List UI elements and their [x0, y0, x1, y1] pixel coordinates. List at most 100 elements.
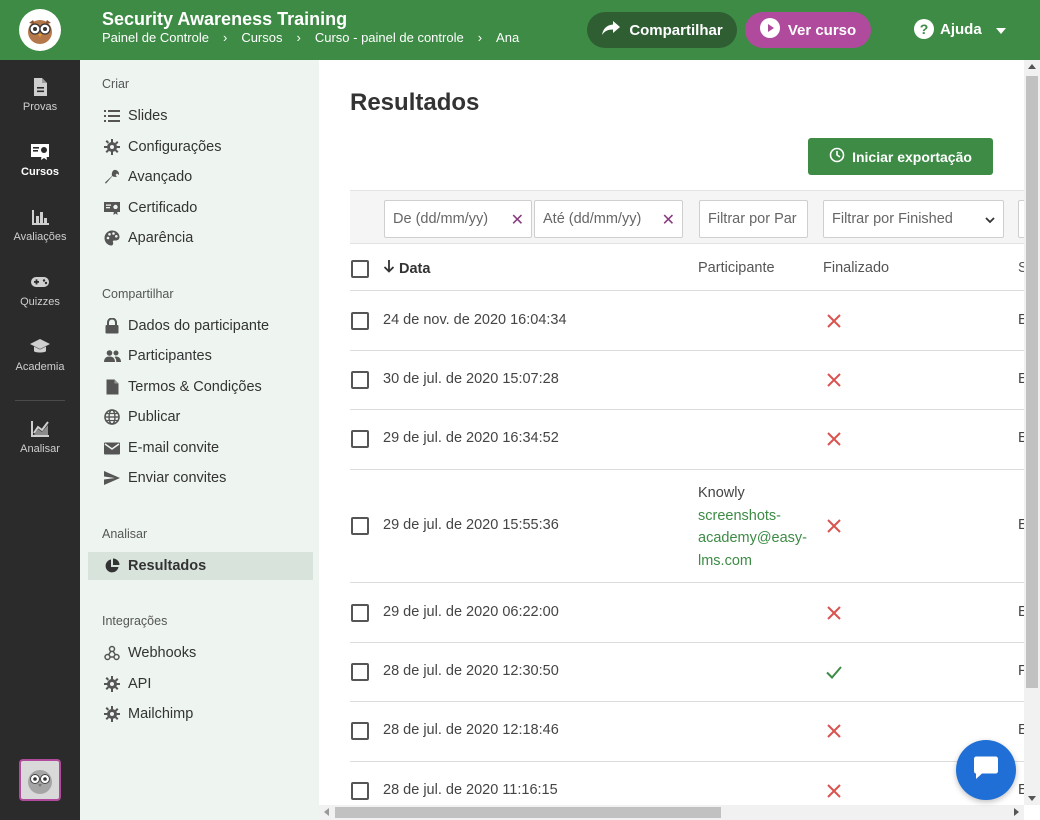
- table-row[interactable]: 29 de jul. de 2020 15:55:36 Knowly scree…: [350, 470, 1024, 583]
- share-button[interactable]: Compartilhar: [587, 12, 737, 48]
- horizontal-scrollbar[interactable]: [319, 805, 1024, 820]
- scroll-up-arrow-icon[interactable]: [1028, 64, 1036, 69]
- rail-item-cursos[interactable]: Cursos: [0, 141, 80, 178]
- table-row[interactable]: 28 de jul. de 2020 11:16:15 E: [350, 762, 1024, 805]
- scroll-down-arrow-icon[interactable]: [1028, 796, 1036, 801]
- row-checkbox[interactable]: [351, 371, 369, 389]
- scroll-left-arrow-icon[interactable]: [324, 808, 329, 816]
- rail-item-analisar[interactable]: Analisar: [0, 418, 80, 455]
- row-checkbox[interactable]: [351, 430, 369, 448]
- vertical-scrollbar[interactable]: [1024, 60, 1040, 805]
- participant-email[interactable]: screenshots-academy@easy-lms.com: [698, 505, 813, 573]
- sidebar-item-label: Slides: [128, 108, 168, 124]
- rail-label: Academia: [15, 361, 65, 373]
- participant-filter[interactable]: Filtrar por Par: [699, 200, 808, 238]
- row-checkbox[interactable]: [351, 604, 369, 622]
- rail-label: Cursos: [21, 166, 59, 178]
- check-icon: [824, 662, 844, 682]
- clear-icon[interactable]: ✕: [511, 210, 524, 230]
- user-avatar[interactable]: [19, 759, 61, 801]
- date-from-filter[interactable]: De (dd/mm/yy) ✕: [384, 200, 532, 238]
- row-checkbox[interactable]: [351, 663, 369, 681]
- scrollbar-thumb[interactable]: [335, 807, 721, 818]
- rail-item-quizzes[interactable]: Quizzes: [0, 271, 80, 308]
- finished-filter-select[interactable]: Filtrar por Finished: [823, 200, 1004, 238]
- help-label: Ajuda: [940, 20, 982, 38]
- breadcrumb-item[interactable]: Painel de Controle: [102, 30, 209, 45]
- start-export-button[interactable]: Iniciar exportação: [808, 138, 993, 175]
- chevron-right-icon: ›: [477, 30, 483, 45]
- graduation-cap-icon: [29, 336, 51, 358]
- sidebar-item-webhooks[interactable]: Webhooks: [88, 639, 313, 667]
- rail-label: Quizzes: [20, 296, 60, 308]
- scroll-right-arrow-icon[interactable]: [1014, 808, 1019, 816]
- chevron-right-icon: ›: [296, 30, 301, 45]
- sidebar-item-label: Avançado: [128, 169, 193, 185]
- gamepad-icon: [29, 271, 51, 293]
- column-date[interactable]: Data: [383, 260, 430, 277]
- app-logo[interactable]: [0, 0, 80, 60]
- table-row[interactable]: 28 de jul. de 2020 12:18:46 E: [350, 702, 1024, 762]
- sidebar-item-avancado[interactable]: Avançado: [88, 163, 313, 191]
- view-course-button[interactable]: Ver curso: [745, 12, 871, 48]
- wrench-icon: [103, 168, 121, 186]
- sidebar-item-api[interactable]: API: [88, 670, 313, 698]
- row-checkbox[interactable]: [351, 517, 369, 535]
- sidebar-item-resultados[interactable]: Resultados: [88, 552, 313, 580]
- sidebar-item-label: Certificado: [128, 200, 198, 216]
- scrollbar-thumb[interactable]: [1026, 76, 1038, 688]
- sidebar-item-mailchimp[interactable]: Mailchimp: [88, 700, 313, 728]
- sidebar-item-participantes[interactable]: Participantes: [88, 342, 313, 370]
- date-from-placeholder: De (dd/mm/yy): [393, 211, 489, 227]
- row-date: 28 de jul. de 2020 12:18:46: [383, 722, 559, 738]
- play-icon: [759, 18, 780, 42]
- owl-logo-icon: [19, 9, 61, 51]
- cross-icon: [824, 603, 844, 623]
- sidebar-item-aparencia[interactable]: Aparência: [88, 224, 313, 252]
- table-row[interactable]: 29 de jul. de 2020 06:22:00 E: [350, 583, 1024, 643]
- row-date: 29 de jul. de 2020 16:34:52: [383, 430, 559, 446]
- section-heading: Criar: [102, 77, 130, 91]
- column-date-label: Data: [399, 260, 431, 277]
- breadcrumb-item[interactable]: Curso - painel de controle: [315, 30, 464, 45]
- breadcrumb-item[interactable]: Cursos: [241, 30, 282, 45]
- document-icon: [29, 76, 51, 98]
- section-heading: Analisar: [102, 527, 148, 541]
- sidebar-item-slides[interactable]: Slides: [88, 102, 313, 130]
- sidebar-item-certificado[interactable]: Certificado: [88, 194, 313, 222]
- share-arrow-icon: [601, 20, 621, 40]
- sidebar-item-email-convite[interactable]: E-mail convite: [88, 434, 313, 462]
- sidebar-item-publicar[interactable]: Publicar: [88, 403, 313, 431]
- clear-icon[interactable]: ✕: [662, 210, 675, 230]
- row-checkbox[interactable]: [351, 312, 369, 330]
- sidebar-item-enviar-convites[interactable]: Enviar convites: [88, 464, 313, 492]
- row-checkbox[interactable]: [351, 782, 369, 800]
- rail-divider: [15, 400, 65, 401]
- participant-name: Knowly: [698, 485, 745, 501]
- help-menu[interactable]: ? Ajuda: [914, 19, 1006, 39]
- section-heading: Compartilhar: [102, 287, 174, 301]
- column-finished[interactable]: Finalizado: [823, 260, 889, 276]
- line-chart-icon: [29, 418, 51, 440]
- rail-item-provas[interactable]: Provas: [0, 76, 80, 113]
- sidebar-item-dados-participante[interactable]: Dados do participante: [88, 312, 313, 340]
- row-date: 29 de jul. de 2020 15:55:36: [383, 517, 559, 533]
- column-participant[interactable]: Participante: [698, 260, 775, 276]
- export-label: Iniciar exportação: [852, 148, 972, 165]
- sidebar-item-termos[interactable]: Termos & Condições: [88, 373, 313, 401]
- table-row[interactable]: 24 de nov. de 2020 16:04:34 E: [350, 291, 1024, 351]
- date-to-filter[interactable]: Até (dd/mm/yy) ✕: [534, 200, 683, 238]
- rail-label: Analisar: [20, 443, 60, 455]
- course-title: Security Awareness Training: [102, 9, 348, 29]
- sidebar-item-configuracoes[interactable]: Configurações: [88, 133, 313, 161]
- chat-button[interactable]: [956, 740, 1016, 800]
- select-all-checkbox[interactable]: [351, 260, 369, 278]
- table-row[interactable]: 30 de jul. de 2020 15:07:28 E: [350, 351, 1024, 410]
- people-icon: [103, 347, 121, 365]
- gear-icon: [103, 705, 121, 723]
- rail-item-avaliacoes[interactable]: Avaliações: [0, 206, 80, 243]
- rail-item-academia[interactable]: Academia: [0, 336, 80, 373]
- table-row[interactable]: 29 de jul. de 2020 16:34:52 E: [350, 410, 1024, 470]
- row-checkbox[interactable]: [351, 722, 369, 740]
- table-row[interactable]: 28 de jul. de 2020 12:30:50 F: [350, 643, 1024, 702]
